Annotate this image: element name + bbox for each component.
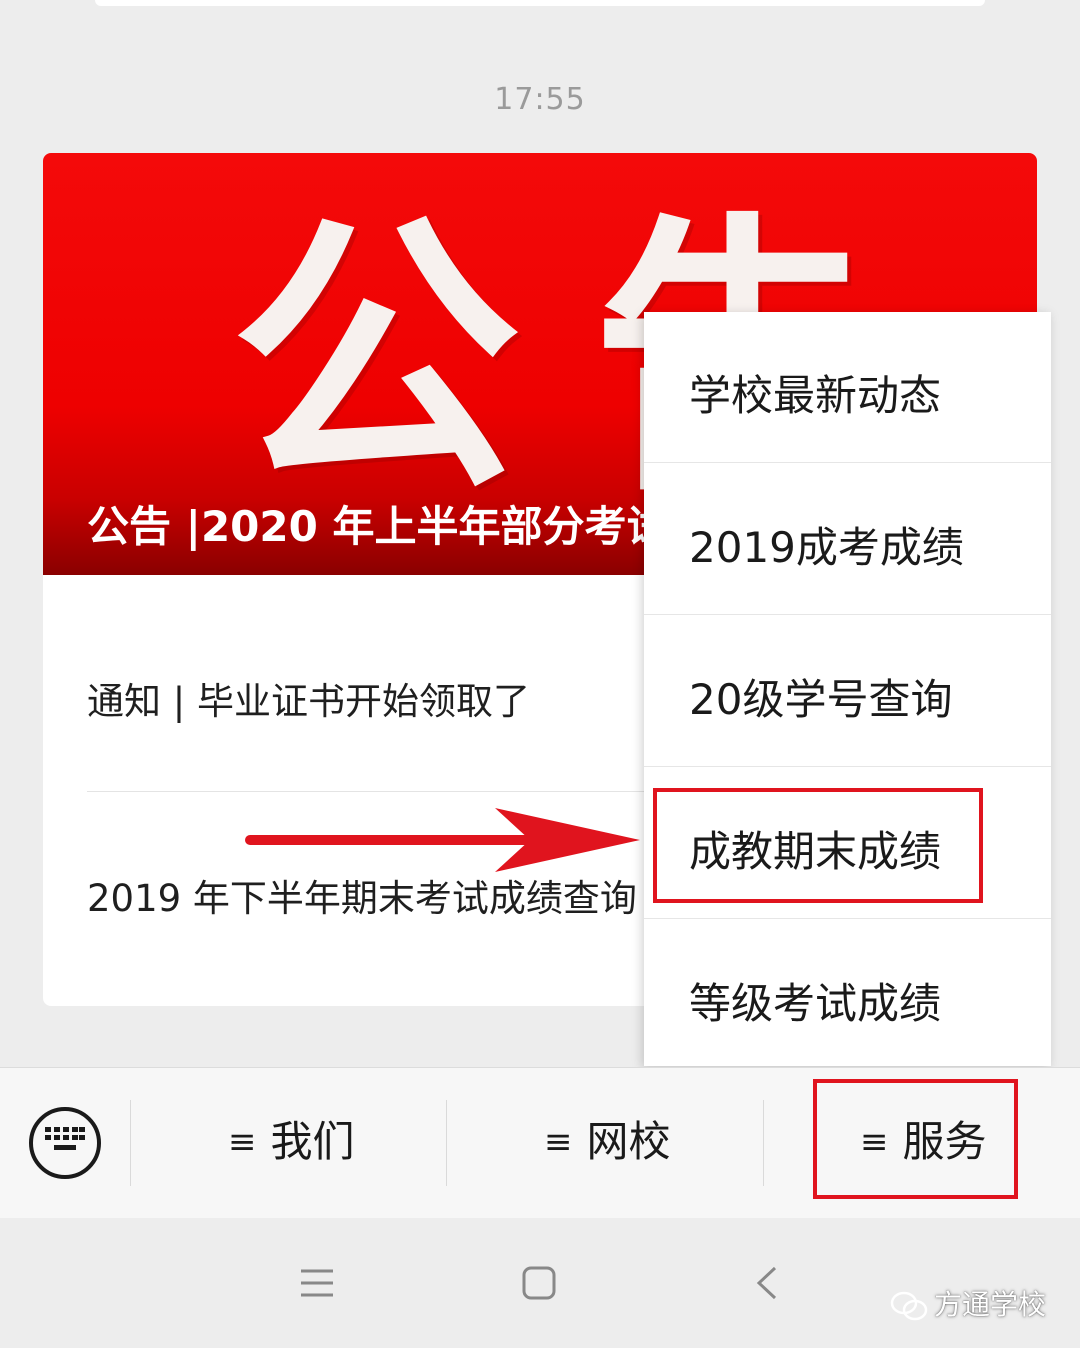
menu-item-level-exam-scores[interactable]: 等级考试成绩 [644, 920, 1051, 1071]
tab-separator [446, 1100, 447, 1186]
menu-item-2019-exam-scores[interactable]: 2019成考成绩 [644, 464, 1051, 615]
article-item[interactable]: 通知 | 毕业证书开始领取了 [87, 671, 530, 725]
menu-item-school-news[interactable]: 学校最新动态 [644, 312, 1051, 463]
source-watermark: 方通学校 [890, 1283, 1046, 1323]
hamburger-icon: ≡ [228, 1122, 257, 1162]
wechat-icon [890, 1291, 928, 1321]
keyboard-icon[interactable] [29, 1107, 101, 1179]
pointer-arrow-icon [245, 808, 640, 872]
tab-label: 网校 [586, 1117, 671, 1166]
tab-separator [130, 1100, 131, 1186]
menu-icon[interactable] [300, 1266, 334, 1300]
highlight-box-menu-item [653, 788, 983, 903]
menu-item-label: 20级学号查询 [689, 675, 953, 724]
tab-online-school[interactable]: ≡ 网校 [544, 1108, 671, 1178]
menu-item-label: 2019成考成绩 [689, 523, 964, 572]
tab-about-us[interactable]: ≡ 我们 [228, 1108, 355, 1178]
home-icon[interactable] [522, 1266, 556, 1300]
previous-message-edge [95, 0, 985, 6]
menu-item-label: 学校最新动态 [689, 371, 942, 420]
menu-item-student-id-query[interactable]: 20级学号查询 [644, 616, 1051, 767]
service-submenu: 学校最新动态 2019成考成绩 20级学号查询 成教期末成绩 等级考试成绩 [644, 312, 1051, 1066]
tab-label: 我们 [270, 1117, 355, 1166]
highlight-box-services-tab [813, 1079, 1018, 1199]
chat-timestamp: 17:55 [494, 82, 586, 117]
banner-article-title[interactable]: 公告 |2020 年上半年部分考试 [87, 493, 668, 554]
back-icon[interactable] [755, 1266, 779, 1300]
watermark-text: 方通学校 [934, 1288, 1047, 1321]
tab-separator [763, 1100, 764, 1186]
hamburger-icon: ≡ [544, 1122, 573, 1162]
menu-item-label: 等级考试成绩 [689, 979, 942, 1028]
